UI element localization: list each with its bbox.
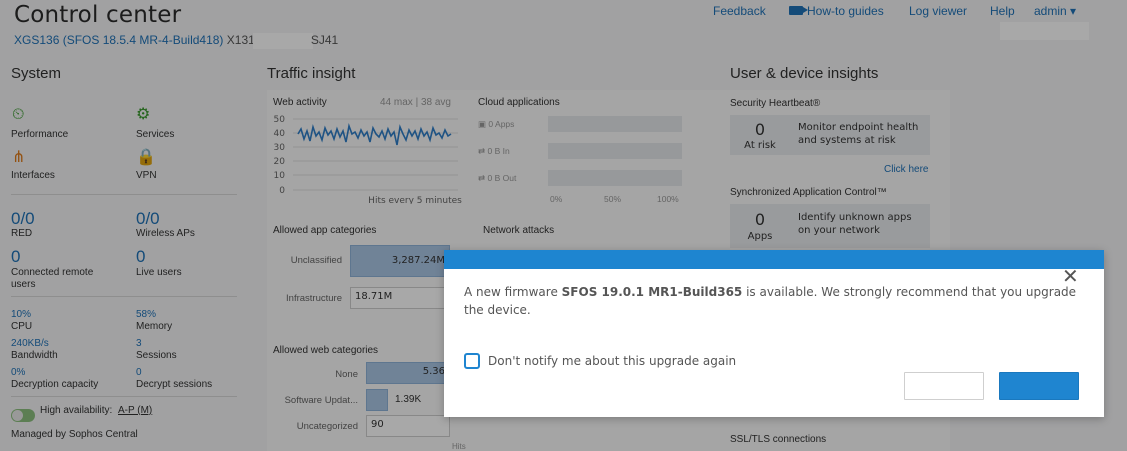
cancel-button[interactable] xyxy=(904,372,984,400)
close-icon[interactable]: ✕ xyxy=(1062,266,1079,286)
firmware-version: SFOS 19.0.1 MR1-Build365 xyxy=(561,285,743,299)
firmware-upgrade-dialog: ✕ A new firmware SFOS 19.0.1 MR1-Build36… xyxy=(444,250,1104,417)
dont-notify-checkbox[interactable] xyxy=(464,353,480,369)
dont-notify-label[interactable]: Don't notify me about this upgrade again xyxy=(488,354,736,368)
upgrade-button[interactable] xyxy=(999,372,1079,400)
dialog-message: A new firmware SFOS 19.0.1 MR1-Build365 … xyxy=(464,285,1077,317)
dialog-header-bar xyxy=(444,250,1104,269)
